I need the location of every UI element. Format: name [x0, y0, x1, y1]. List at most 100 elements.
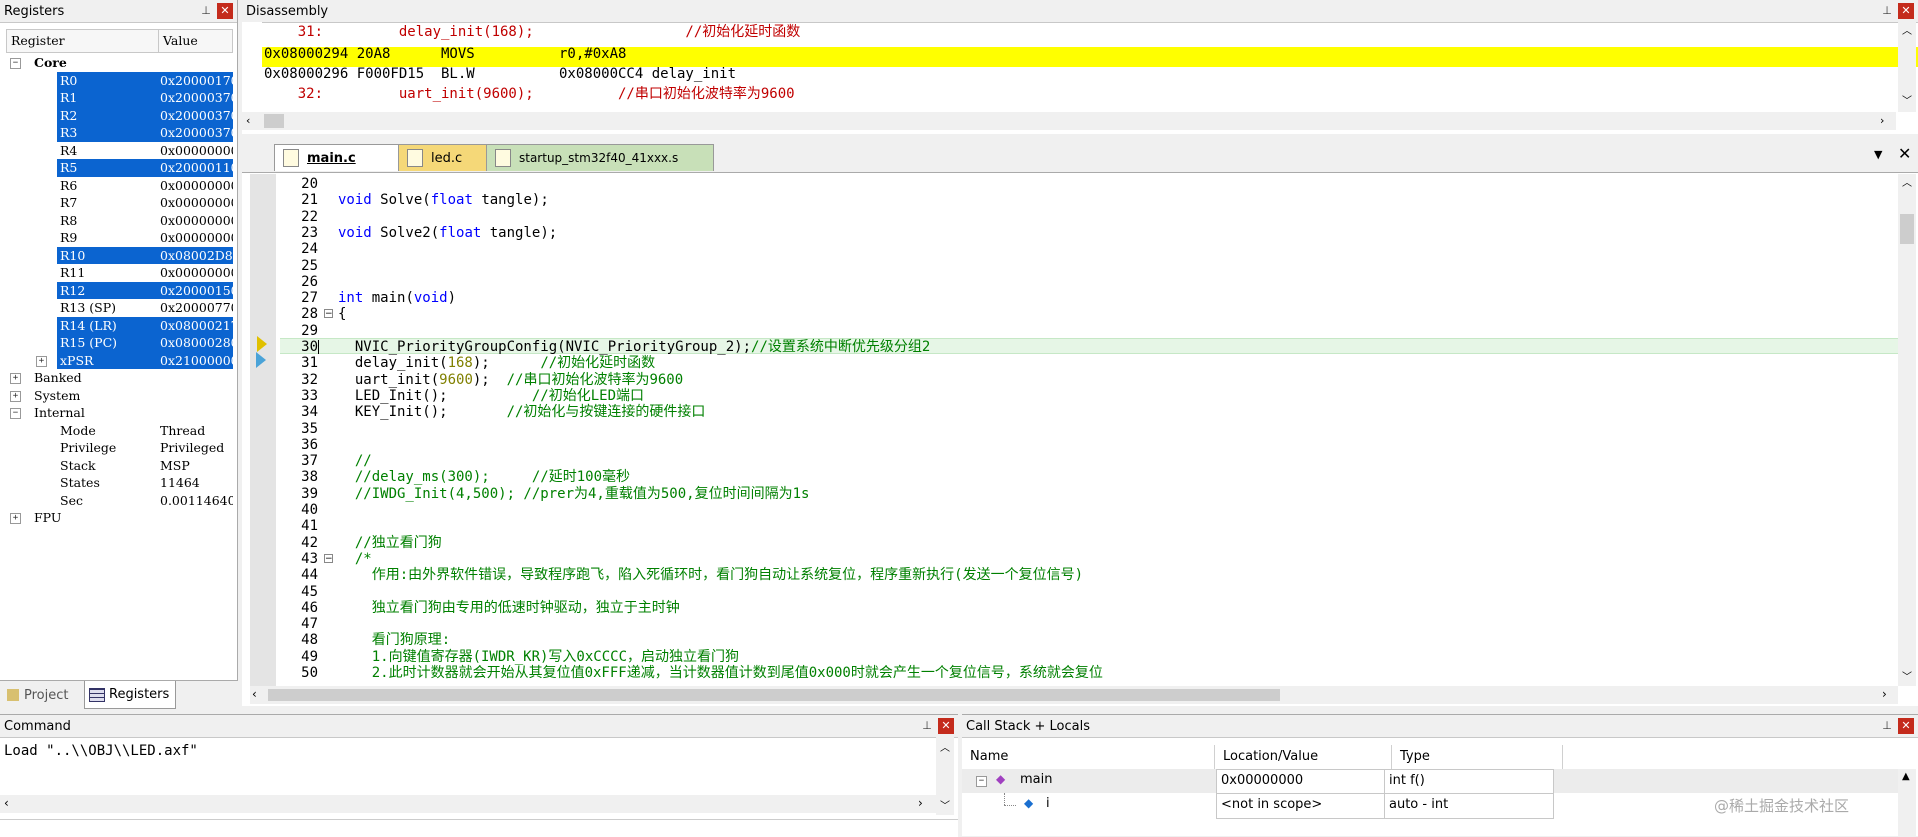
tab-startup-s[interactable]: startup_stm32f40_41xxx.s: [486, 144, 714, 171]
col-name[interactable]: Name: [962, 745, 1215, 769]
register-row[interactable]: R14 (LR) 0x08000217: [0, 316, 233, 334]
code-line[interactable]: 2.此时计数器就会开始从其复位值0xFFF递减，当计数器值计数到尾值0x000时…: [338, 665, 1103, 681]
register-row[interactable]: R0 0x20000170: [0, 71, 233, 89]
register-row[interactable]: xPSR 0x21000000: [0, 351, 233, 369]
scroll-up-icon[interactable]: ︿: [1902, 174, 1912, 189]
code-line[interactable]: //独立看门狗: [338, 535, 442, 551]
asm-line[interactable]: 0x08000296 F000FD15 BL.W 0x08000CC4 dela…: [264, 64, 736, 84]
register-row[interactable]: R6 0x00000000: [0, 177, 233, 195]
col-value[interactable]: Value: [159, 30, 202, 52]
code-line[interactable]: NVIC_PriorityGroupConfig(NVIC_PriorityGr…: [338, 339, 930, 355]
register-group[interactable]: − Core: [6, 54, 234, 72]
scroll-thumb[interactable]: [268, 689, 1280, 701]
scroll-right-icon[interactable]: ›: [1882, 687, 1887, 701]
editor-hscrollbar[interactable]: ‹ ›: [250, 686, 1898, 704]
code-line[interactable]: //delay_ms(300); //延时100毫秒: [338, 469, 630, 485]
asm-line[interactable]: 0x08000294 20A8 MOVS r0,#0xA8: [264, 44, 626, 64]
fold-icon[interactable]: −: [324, 553, 333, 563]
collapse-icon[interactable]: −: [10, 58, 21, 69]
pin-icon[interactable]: ⊥: [920, 719, 934, 733]
source-line[interactable]: 32: uart_init(9600); //串口初始化波特率为9600: [264, 84, 795, 104]
register-row[interactable]: R4 0x00000000: [0, 142, 233, 160]
collapse-icon[interactable]: −: [976, 776, 987, 787]
scroll-down-icon[interactable]: ﹀: [1902, 668, 1912, 683]
scroll-up-icon[interactable]: ︿: [940, 739, 950, 754]
callstack-row-main[interactable]: − ◆ main 0x00000000 int f(): [962, 769, 1898, 795]
close-icon[interactable]: ✕: [1898, 3, 1914, 19]
callstack-vscrollbar[interactable]: ▲: [1898, 769, 1916, 837]
code-line[interactable]: LED_Init(); //初始化LED端口: [338, 388, 644, 404]
pin-icon[interactable]: ⊥: [199, 4, 213, 18]
collapse-icon[interactable]: −: [10, 408, 21, 419]
register-row[interactable]: R11 0x00000000: [0, 264, 233, 282]
close-icon[interactable]: ✕: [217, 3, 233, 19]
register-row[interactable]: R5 0x20000110: [0, 159, 233, 177]
expand-icon[interactable]: +: [10, 390, 21, 402]
scroll-down-icon[interactable]: ﹀: [940, 797, 950, 812]
code-line[interactable]: void Solve2(float tangle);: [338, 225, 557, 241]
code-line[interactable]: void Solve(float tangle);: [338, 192, 549, 208]
tab-main-c[interactable]: main.c: [274, 144, 414, 171]
close-icon[interactable]: ✕: [938, 718, 954, 734]
code-line[interactable]: 看门狗原理:: [338, 632, 450, 648]
editor-close-icon[interactable]: ✕: [1898, 144, 1911, 163]
code-line[interactable]: KEY_Init(); //初始化与按键连接的硬件接口: [338, 404, 706, 420]
register-row[interactable]: Mode Thread: [0, 422, 233, 440]
scroll-down-icon[interactable]: ﹀: [1902, 92, 1912, 107]
col-type[interactable]: Type: [1392, 745, 1563, 769]
register-row[interactable]: R1 0x20000370: [0, 89, 233, 107]
register-row[interactable]: R7 0x00000000: [0, 194, 233, 212]
scroll-up-icon[interactable]: ▲: [1902, 771, 1910, 782]
scroll-thumb[interactable]: [264, 114, 284, 128]
register-row[interactable]: R9 0x00000000: [0, 229, 233, 247]
scroll-left-icon[interactable]: ‹: [246, 114, 250, 127]
command-output[interactable]: Load "..\\OBJ\\LED.axf": [4, 743, 198, 759]
source-line[interactable]: 31: delay_init(168); //初始化延时函数: [264, 22, 801, 42]
register-row[interactable]: R8 0x00000000: [0, 212, 233, 230]
disassembly-hscrollbar[interactable]: ‹ ›: [242, 112, 1896, 130]
code-line[interactable]: 作用:由外界软件错误，导致程序跑飞，陷入死循环时，看门狗自动让系统复位，程序重新…: [338, 567, 1083, 583]
register-row[interactable]: States 11464: [0, 474, 233, 492]
disassembly-vscrollbar[interactable]: ︿ ﹀: [1898, 22, 1916, 112]
code-line[interactable]: uart_init(9600); //串口初始化波特率为9600: [338, 372, 683, 388]
register-row[interactable]: R13 (SP) 0x20000770: [0, 299, 233, 317]
register-row[interactable]: R3 0x20000370: [0, 124, 233, 142]
register-row[interactable]: Privilege Privileged: [0, 439, 233, 457]
register-group[interactable]: + Banked: [6, 369, 234, 387]
register-group[interactable]: + FPU: [6, 509, 234, 527]
scroll-thumb[interactable]: [1900, 214, 1914, 244]
code-line[interactable]: {: [338, 306, 346, 322]
scroll-left-icon[interactable]: ‹: [252, 687, 257, 701]
col-location[interactable]: Location/Value: [1215, 745, 1392, 769]
pin-icon[interactable]: ⊥: [1880, 719, 1894, 733]
tab-registers[interactable]: Registers: [84, 681, 176, 709]
register-row[interactable]: R15 (PC) 0x08000280: [0, 334, 233, 352]
register-row[interactable]: R12 0x20000150: [0, 281, 233, 299]
tab-dropdown-icon[interactable]: ▼: [1874, 148, 1882, 161]
command-hscrollbar[interactable]: ‹ ›: [0, 795, 936, 813]
code-line[interactable]: /*: [338, 551, 372, 567]
register-group[interactable]: + System: [6, 387, 234, 405]
expand-icon[interactable]: +: [10, 513, 21, 524]
register-row[interactable]: R2 0x20000370: [0, 106, 233, 124]
command-vscrollbar[interactable]: ︿ ﹀: [936, 737, 954, 815]
register-row[interactable]: R10 0x08002D88: [0, 246, 233, 264]
close-icon[interactable]: ✕: [1898, 718, 1914, 734]
fold-icon[interactable]: −: [324, 309, 333, 319]
scroll-up-icon[interactable]: ︿: [1902, 22, 1912, 37]
editor-vscrollbar[interactable]: ︿ ﹀: [1898, 174, 1916, 686]
code-line[interactable]: int main(void): [338, 290, 456, 306]
code-line[interactable]: 独立看门狗由专用的低速时钟驱动，独立于主时钟: [338, 600, 680, 616]
command-input[interactable]: [0, 819, 958, 837]
register-row[interactable]: Stack MSP: [0, 457, 233, 475]
scroll-left-icon[interactable]: ‹: [4, 796, 9, 810]
register-group[interactable]: − Internal: [6, 404, 234, 422]
tab-project[interactable]: Project: [2, 683, 80, 707]
col-register[interactable]: Register: [7, 30, 159, 52]
pin-icon[interactable]: ⊥: [1880, 4, 1894, 18]
breakpoint-gutter[interactable]: [250, 174, 276, 686]
code-line[interactable]: 1.向键值寄存器(IWDR_KR)写入0xCCCC，启动独立看门狗: [338, 649, 739, 665]
scroll-right-icon[interactable]: ›: [918, 796, 923, 810]
scroll-right-icon[interactable]: ›: [1880, 114, 1884, 127]
code-line[interactable]: //IWDG_Init(4,500); //prer为4,重载值为500,复位时…: [338, 486, 810, 502]
